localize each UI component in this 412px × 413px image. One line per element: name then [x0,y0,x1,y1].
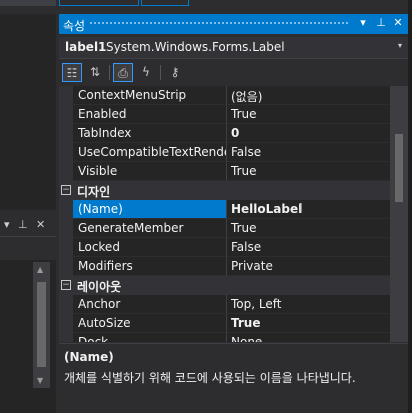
property-name: Dock [73,333,226,342]
properties-toolbar: ☷ ⇅ ⎙ ϟ ⚷ [59,60,408,85]
property-value[interactable]: True [226,105,390,124]
property-name: (Name) [73,200,226,219]
property-value[interactable]: True [226,219,390,238]
category-name: 레이아웃 [77,280,122,294]
collapse-icon[interactable]: − [61,280,71,290]
properties-title: 속성 [63,19,86,33]
property-name: Enabled [73,105,226,124]
property-name: GenerateMember [73,219,226,238]
title-grip[interactable] [89,21,348,26]
top-tab[interactable] [59,0,139,6]
description-title: (Name) [64,350,114,364]
property-value[interactable]: (없음) [226,86,390,105]
editor-background [0,0,56,210]
property-row[interactable]: Anchor Top, Left [59,295,390,314]
property-grid: ContextMenuStrip (없음) Enabled True TabIn… [59,86,390,342]
property-name: Modifiers [73,257,226,276]
property-row[interactable]: Enabled True [59,105,390,124]
category-row-design[interactable]: − 디자인 [59,181,390,200]
property-name: AutoSize [73,314,226,333]
left-panel-header: ▾ ⊥ ✕ [0,214,56,237]
property-value[interactable]: 0 [226,124,390,143]
left-scroll-thumb[interactable] [37,282,46,367]
properties-title-bar: 속성 ▾ ⊥ ✕ [59,14,408,34]
property-value[interactable]: False [226,238,390,257]
left-panel-band [0,238,56,260]
property-row-selected[interactable]: (Name) HelloLabel I [59,200,390,219]
alphabetical-icon[interactable]: ⇅ [85,63,105,82]
property-name: Locked [73,238,226,257]
chevron-down-icon[interactable]: ▾ [398,41,402,50]
property-value[interactable]: False [226,143,390,162]
object-type: System.Windows.Forms.Label [106,40,285,54]
text-cursor-icon: I [299,202,303,217]
toolbar-separator [109,65,110,80]
close-icon[interactable]: ✕ [391,16,405,29]
property-row[interactable]: ContextMenuStrip (없음) [59,86,390,105]
top-tab[interactable] [141,0,189,6]
property-name: Anchor [73,295,226,314]
property-pages-icon[interactable]: ⚷ [165,63,185,82]
property-row[interactable]: UseCompatibleTextRendering False [59,143,390,162]
property-value[interactable]: None [226,333,390,342]
object-name: label1 [65,40,107,54]
left-panel-pin-icon[interactable]: ⊥ [18,218,28,231]
description-pane: (Name) 개체를 식별하기 위해 코드에 사용되는 이름을 나타냅니다. [59,343,408,409]
property-row[interactable]: GenerateMember True [59,219,390,238]
top-tab-strip [59,0,408,12]
property-value[interactable]: Top, Left [226,295,390,314]
property-name: ContextMenuStrip [73,86,226,105]
scroll-up-icon[interactable]: ▲ [37,265,43,274]
property-value[interactable]: True [226,162,390,181]
window-dropdown-icon[interactable]: ▾ [356,16,370,29]
left-panel-scrollbar[interactable]: ▲ ▼ [33,262,50,388]
property-row[interactable]: Visible True [59,162,390,181]
pin-icon[interactable]: ⊥ [374,16,388,29]
left-panel-close-icon[interactable]: ✕ [36,218,45,231]
properties-icon[interactable]: ⎙ [113,63,133,82]
property-value-editor[interactable]: HelloLabel [226,200,390,219]
property-row[interactable]: AutoSize True [59,314,390,333]
property-value[interactable]: True [226,314,390,333]
outer-edge [408,0,412,413]
collapse-icon[interactable]: − [61,185,71,195]
left-panel-dropdown-icon[interactable]: ▾ [4,218,10,231]
category-row-layout[interactable]: − 레이아웃 [59,276,390,295]
property-row[interactable]: Modifiers Private [59,257,390,276]
categorized-icon[interactable]: ☷ [62,63,82,82]
toolbar-separator [160,65,161,80]
property-row[interactable]: TabIndex 0 [59,124,390,143]
property-name: UseCompatibleTextRendering [73,143,226,162]
property-row[interactable]: Dock None [59,333,390,342]
property-grid-scrollbar[interactable] [390,86,408,342]
left-tab[interactable] [0,0,56,6]
scroll-down-icon[interactable]: ▼ [37,376,43,385]
properties-panel: 속성 ▾ ⊥ ✕ label1 System.Windows.Forms.Lab… [59,0,408,413]
scroll-thumb[interactable] [395,134,403,202]
events-icon[interactable]: ϟ [136,63,156,82]
property-value[interactable]: Private [226,257,390,276]
object-selector[interactable]: label1 System.Windows.Forms.Label ▾ [59,37,408,59]
left-tab-strip [0,0,56,14]
description-text: 개체를 식별하기 위해 코드에 사용되는 이름을 나타냅니다. [64,371,356,385]
property-row[interactable]: Locked False [59,238,390,257]
property-name: Visible [73,162,226,181]
property-name: TabIndex [73,124,226,143]
category-name: 디자인 [77,185,111,199]
